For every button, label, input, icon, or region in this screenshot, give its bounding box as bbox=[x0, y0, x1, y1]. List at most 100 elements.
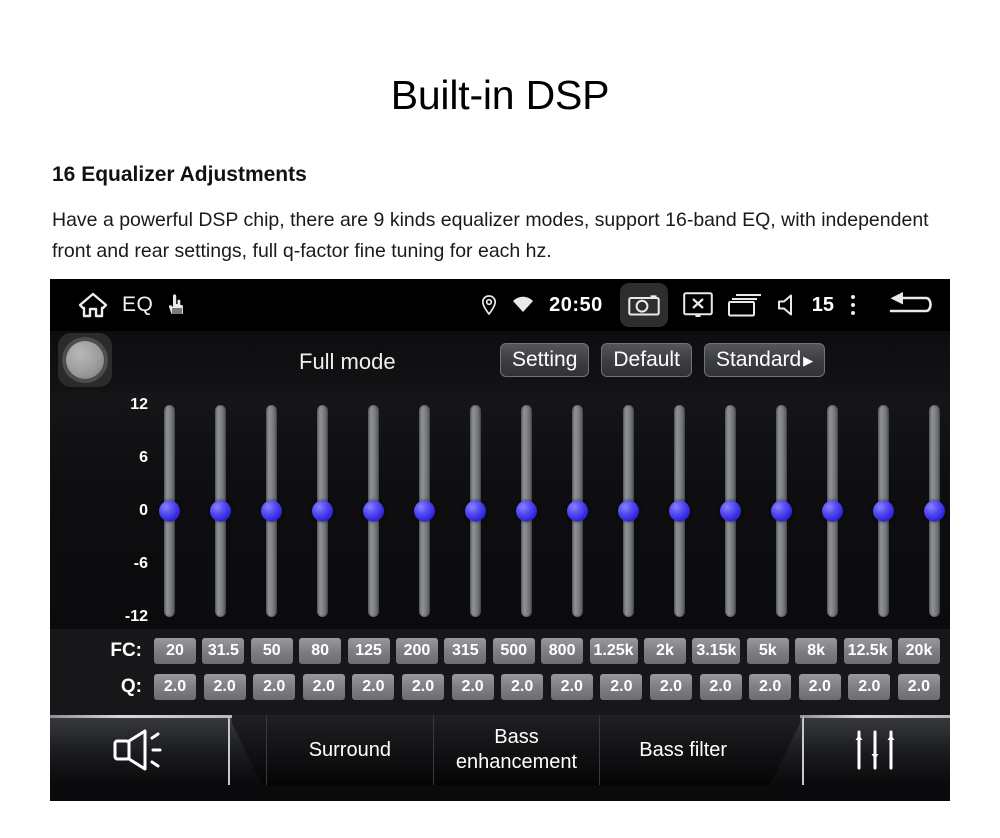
mode-label: Full mode bbox=[299, 349, 396, 374]
fc-value-cell[interactable]: 3.15k bbox=[692, 638, 741, 664]
band-slider[interactable] bbox=[618, 405, 640, 617]
tab-equalizer[interactable] bbox=[770, 715, 950, 785]
band-slider-thumb[interactable] bbox=[618, 500, 640, 522]
band-slider[interactable] bbox=[873, 405, 895, 617]
fc-value-cell[interactable]: 20k bbox=[898, 638, 940, 664]
band-slider[interactable] bbox=[771, 405, 793, 617]
location-pin-icon bbox=[481, 295, 497, 315]
band-slider[interactable] bbox=[209, 405, 231, 617]
band-slider[interactable] bbox=[260, 405, 282, 617]
band-slider-thumb[interactable] bbox=[822, 500, 844, 522]
band-slider-thumb[interactable] bbox=[720, 500, 742, 522]
q-value-cell[interactable]: 2.0 bbox=[203, 674, 246, 700]
q-value-cell[interactable]: 2.0 bbox=[302, 674, 345, 700]
q-value-cell[interactable]: 2.0 bbox=[154, 674, 196, 700]
fc-value-cell[interactable]: 50 bbox=[250, 638, 293, 664]
fc-value-cell[interactable]: 8k bbox=[795, 638, 838, 664]
q-value-cell[interactable]: 2.0 bbox=[352, 674, 395, 700]
q-value-cell[interactable]: 2.0 bbox=[501, 674, 544, 700]
tab-sound-effects[interactable] bbox=[50, 715, 262, 785]
fc-value-cell[interactable]: 800 bbox=[541, 638, 584, 664]
mode-row: Full mode Setting Default Standard ▶ bbox=[50, 331, 950, 393]
band-slider-thumb[interactable] bbox=[158, 500, 180, 522]
fc-value-cell[interactable]: 12.5k bbox=[843, 638, 892, 664]
tab-bass-filter[interactable]: Bass filter bbox=[599, 715, 766, 785]
preset-standard-button[interactable]: Standard ▶ bbox=[703, 343, 826, 377]
gain-axis: 12 6 0 -6 -12 bbox=[50, 393, 160, 629]
band-slider[interactable] bbox=[669, 405, 691, 617]
band-slider-thumb[interactable] bbox=[362, 500, 384, 522]
band-slider-thumb[interactable] bbox=[311, 500, 333, 522]
q-value-cell[interactable]: 2.0 bbox=[401, 674, 444, 700]
gain-tick-label: 6 bbox=[139, 449, 148, 466]
band-slider-thumb[interactable] bbox=[873, 500, 895, 522]
q-value-cell[interactable]: 2.0 bbox=[600, 674, 643, 700]
fc-cells: 20 31.5 50 80 125 200 315 500 800 1.25k 2k 3.15k 5k 8… bbox=[154, 638, 950, 664]
setting-button[interactable]: Setting bbox=[500, 343, 590, 377]
volume-level: 15 bbox=[811, 293, 834, 316]
default-button[interactable]: Default bbox=[601, 343, 692, 377]
app-label: EQ bbox=[122, 293, 154, 316]
status-bar-right: 20:50 15 bbox=[481, 279, 938, 331]
q-value-cell[interactable]: 2.0 bbox=[253, 674, 296, 700]
band-slider-thumb[interactable] bbox=[669, 500, 691, 522]
tab-surround[interactable]: Surround bbox=[266, 715, 433, 785]
q-value-cell[interactable]: 2.0 bbox=[848, 674, 891, 700]
q-value-cell[interactable]: 2.0 bbox=[699, 674, 742, 700]
tab-bass-enhancement-label: Bass enhancement bbox=[455, 726, 578, 773]
band-slider-thumb[interactable] bbox=[567, 500, 588, 522]
q-row-label: Q: bbox=[120, 676, 142, 697]
band-slider-thumb[interactable] bbox=[771, 500, 793, 522]
fc-value-cell[interactable]: 1.25k bbox=[589, 638, 638, 664]
band-slider-thumb[interactable] bbox=[464, 500, 486, 522]
page-title: Built-in DSP bbox=[390, 72, 610, 118]
equalizer-sliders-icon bbox=[855, 730, 895, 770]
fc-value-cell[interactable]: 80 bbox=[299, 638, 342, 664]
fc-value-cell[interactable]: 125 bbox=[347, 638, 390, 664]
fc-value-cell[interactable]: 2k bbox=[643, 638, 686, 664]
band-slider-thumb[interactable] bbox=[209, 500, 231, 522]
fc-value-cell[interactable]: 20 bbox=[154, 638, 196, 664]
fc-value-cell[interactable]: 31.5 bbox=[202, 638, 245, 664]
band-slider-thumb[interactable] bbox=[515, 500, 537, 522]
fc-row-label: FC: bbox=[110, 640, 142, 661]
hand-touch-icon[interactable] bbox=[167, 294, 185, 316]
band-slider[interactable] bbox=[567, 405, 588, 617]
fc-value-cell[interactable]: 500 bbox=[492, 638, 535, 664]
screen-off-icon[interactable] bbox=[682, 292, 713, 318]
q-value-cell[interactable]: 2.0 bbox=[550, 674, 593, 700]
fc-value-cell[interactable]: 315 bbox=[444, 638, 487, 664]
band-slider[interactable] bbox=[822, 405, 844, 617]
band-slider[interactable] bbox=[515, 405, 537, 617]
q-value-cell[interactable]: 2.0 bbox=[897, 674, 940, 700]
power-circle-icon[interactable] bbox=[58, 333, 112, 387]
band-slider[interactable] bbox=[924, 405, 946, 617]
fc-value-cell[interactable]: 5k bbox=[746, 638, 789, 664]
q-value-cell[interactable]: 2.0 bbox=[451, 674, 494, 700]
more-vertical-icon[interactable] bbox=[849, 295, 857, 315]
speaker-icon[interactable] bbox=[777, 293, 801, 317]
q-value-cell[interactable]: 2.0 bbox=[649, 674, 692, 700]
gain-tick-label: -12 bbox=[124, 608, 148, 625]
band-slider[interactable] bbox=[413, 405, 435, 617]
q-value-cell[interactable]: 2.0 bbox=[798, 674, 841, 700]
band-slider-thumb[interactable] bbox=[924, 500, 946, 522]
tab-slant-divider-right bbox=[770, 715, 805, 785]
band-slider-thumb[interactable] bbox=[413, 500, 435, 522]
camera-icon[interactable] bbox=[619, 283, 668, 327]
band-slider[interactable] bbox=[464, 405, 486, 617]
q-value-cell[interactable]: 2.0 bbox=[749, 674, 792, 700]
band-sliders bbox=[158, 393, 946, 629]
back-arrow-icon[interactable] bbox=[878, 290, 934, 320]
home-icon[interactable] bbox=[78, 292, 108, 318]
band-slider[interactable] bbox=[311, 405, 333, 617]
tab-bass-enhancement[interactable]: Bass enhancement bbox=[432, 715, 600, 785]
band-slider[interactable] bbox=[362, 405, 384, 617]
fc-value-cell[interactable]: 200 bbox=[395, 638, 438, 664]
recent-apps-icon[interactable] bbox=[727, 293, 762, 317]
band-slider[interactable] bbox=[720, 405, 742, 617]
band-slider-thumb[interactable] bbox=[260, 500, 282, 522]
setting-button-label: Setting bbox=[512, 348, 578, 371]
band-slider[interactable] bbox=[158, 405, 180, 617]
device-screen: EQ 20:50 15 Full mode Setting Default St… bbox=[50, 279, 950, 801]
